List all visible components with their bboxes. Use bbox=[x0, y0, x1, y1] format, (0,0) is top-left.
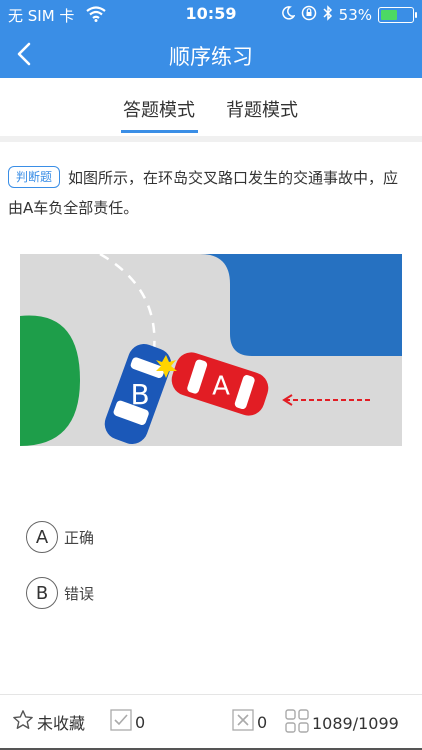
tab-answer-mode[interactable]: 答题模式 bbox=[123, 96, 195, 122]
question-type-badge: 判断题 bbox=[8, 166, 61, 188]
question-grid-button[interactable]: 1089/1099 bbox=[285, 709, 399, 737]
car-b-label: B bbox=[131, 378, 150, 411]
option-a-text: 正确 bbox=[64, 528, 95, 547]
question-text: 如图所示，在环岛交叉路口发生的交通事故中，应由A车负全部责任。 bbox=[8, 169, 399, 217]
question-illustration: B A bbox=[20, 254, 402, 446]
check-box-icon bbox=[110, 709, 132, 735]
bluetooth-icon bbox=[323, 5, 333, 25]
battery-icon bbox=[378, 7, 417, 23]
favorite-button[interactable]: 未收藏 bbox=[12, 709, 85, 735]
wrong-count-value: 0 bbox=[257, 712, 268, 732]
correct-count-value: 0 bbox=[135, 712, 146, 732]
battery-percent: 53% bbox=[338, 6, 372, 24]
wrong-count[interactable]: 0 bbox=[232, 709, 267, 735]
option-b[interactable]: B 错误 bbox=[26, 577, 94, 609]
question-block: 判断题 如图所示，在环岛交叉路口发生的交通事故中，应由A车负全部责任。 bbox=[8, 163, 412, 223]
status-bar: 无 SIM 卡 10:59 53% bbox=[0, 0, 422, 30]
lock-rotation-icon bbox=[301, 5, 317, 25]
correct-count[interactable]: 0 bbox=[110, 709, 145, 735]
nav-bar: 顺序练习 bbox=[0, 30, 422, 78]
section-divider bbox=[0, 136, 422, 142]
tab-review-mode[interactable]: 背题模式 bbox=[226, 96, 298, 122]
moon-icon bbox=[281, 6, 296, 24]
favorite-label: 未收藏 bbox=[37, 714, 86, 733]
option-b-key: B bbox=[26, 577, 58, 609]
x-box-icon bbox=[232, 709, 254, 735]
mode-tabs: 答题模式 背题模式 bbox=[0, 78, 422, 136]
progress-text: 1089/1099 bbox=[312, 713, 399, 733]
bottom-toolbar: 未收藏 0 0 1089/1099 bbox=[0, 694, 422, 750]
active-tab-indicator bbox=[121, 130, 198, 133]
option-a[interactable]: A 正确 bbox=[26, 521, 94, 553]
grid-icon bbox=[285, 709, 309, 737]
star-icon bbox=[12, 709, 34, 735]
option-a-key: A bbox=[26, 521, 58, 553]
option-b-text: 错误 bbox=[64, 584, 95, 603]
page-title: 顺序练习 bbox=[169, 45, 253, 69]
car-a-label: A bbox=[212, 371, 230, 401]
